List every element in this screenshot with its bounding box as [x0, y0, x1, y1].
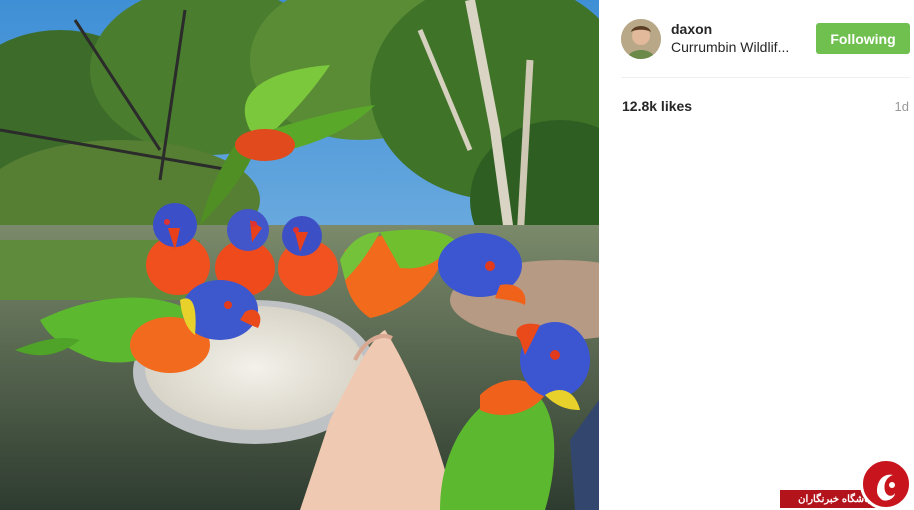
news-agency-watermark: باشگاه خبرنگاران: [780, 458, 914, 510]
likes-count[interactable]: 12.8k likes: [622, 98, 692, 114]
profile-photo-icon: [621, 19, 661, 59]
following-button[interactable]: Following: [816, 23, 910, 54]
username-link[interactable]: daxon: [671, 21, 712, 37]
header-divider: [621, 77, 910, 78]
news-agency-logo-icon: [860, 458, 912, 510]
location-link[interactable]: Currumbin Wildlif...: [671, 39, 806, 55]
lorikeets-feeding-image: [0, 0, 599, 510]
post-timestamp[interactable]: 1d: [895, 99, 909, 114]
post-photo[interactable]: [0, 0, 599, 510]
post-header: daxon Currumbin Wildlif... Following: [599, 0, 914, 77]
avatar[interactable]: [621, 19, 661, 59]
post-sidebar: daxon Currumbin Wildlif... Following 12.…: [599, 0, 914, 510]
